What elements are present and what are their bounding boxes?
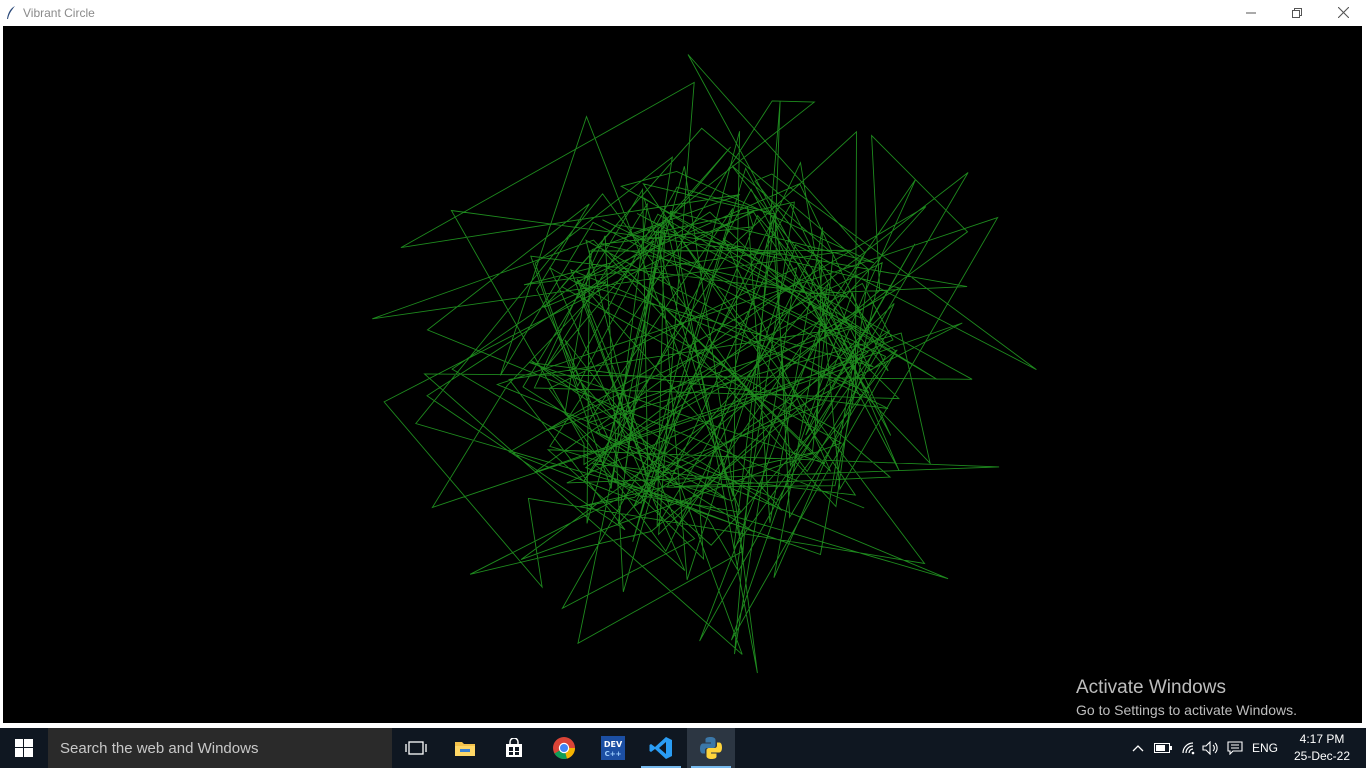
chrome-button[interactable] [540, 728, 588, 768]
wifi-icon [1182, 742, 1195, 755]
python-button[interactable] [687, 728, 735, 768]
activate-subtitle: Go to Settings to activate Windows. [1076, 702, 1297, 718]
close-icon [1337, 7, 1349, 18]
task-view-button[interactable] [392, 728, 440, 768]
svg-text:C++: C++ [605, 750, 622, 758]
clock-date: 25-Dec-22 [1293, 749, 1351, 763]
file-explorer-button[interactable] [441, 728, 489, 768]
window-titlebar: Vibrant Circle [0, 0, 1366, 25]
feather-icon [6, 5, 16, 20]
web-lines [372, 54, 1037, 674]
taskbar-search-box[interactable]: Search the web and Windows [48, 728, 392, 768]
action-center-button[interactable] [1224, 728, 1246, 768]
minimize-icon [1246, 12, 1256, 13]
close-button[interactable] [1320, 0, 1366, 25]
language-indicator[interactable]: ENG [1250, 728, 1280, 768]
speaker-icon [1202, 741, 1218, 755]
green-line-web [372, 54, 1037, 674]
notification-icon [1227, 741, 1243, 755]
clock-time: 4:17 PM [1299, 732, 1345, 746]
start-button[interactable] [0, 728, 48, 768]
drawing-canvas: Activate Windows Go to Settings to activ… [3, 26, 1362, 723]
activate-windows-watermark: Activate Windows Go to Settings to activ… [1076, 677, 1297, 721]
chrome-icon [553, 737, 575, 760]
python-icon [700, 737, 722, 759]
minimize-button[interactable] [1228, 0, 1274, 25]
vscode-icon [649, 737, 672, 759]
folder-icon [455, 742, 475, 756]
activate-title: Activate Windows [1076, 677, 1226, 698]
window-title: Vibrant Circle [23, 5, 95, 20]
chevron-up-icon [1132, 745, 1144, 752]
battery-icon [1154, 743, 1172, 753]
taskbar-clock[interactable]: 4:17 PM 25-Dec-22 [1290, 731, 1354, 765]
restore-icon [1292, 7, 1302, 18]
store-icon [506, 738, 522, 757]
search-placeholder: Search the web and Windows [60, 739, 259, 757]
restore-button[interactable] [1274, 0, 1320, 25]
windows-logo-icon [15, 739, 33, 757]
devcpp-icon: DEV C++ [601, 736, 625, 760]
volume-button[interactable] [1200, 728, 1222, 768]
task-view-icon [405, 741, 427, 755]
battery-button[interactable] [1153, 728, 1173, 768]
vscode-button[interactable] [637, 728, 685, 768]
taskbar: Search the web and Windows DEV C++ ENG 4… [0, 728, 1366, 768]
store-button[interactable] [490, 728, 538, 768]
wifi-button[interactable] [1178, 728, 1200, 768]
show-hidden-icons-button[interactable] [1128, 728, 1148, 768]
devcpp-button[interactable]: DEV C++ [589, 728, 637, 768]
svg-text:DEV: DEV [604, 740, 623, 749]
